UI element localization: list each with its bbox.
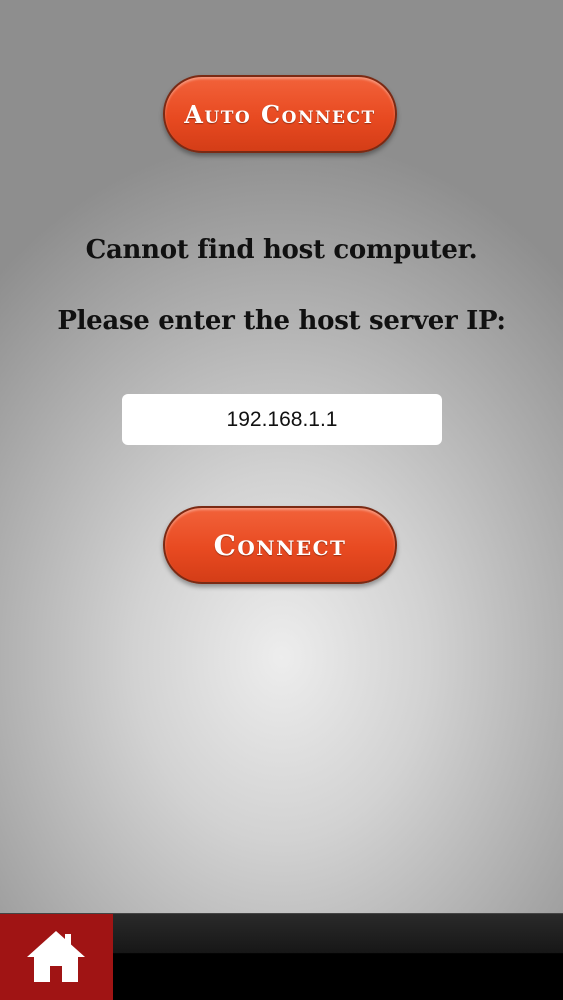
host-ip-input[interactable] — [122, 394, 442, 445]
tab-home[interactable] — [0, 914, 113, 1000]
auto-connect-button[interactable]: Auto Connect — [163, 75, 397, 153]
main-screen: Auto Connect Cannot find host computer. … — [0, 0, 563, 913]
host-not-found-message: Cannot find host computer. — [85, 235, 478, 265]
connect-button[interactable]: Connect — [163, 506, 397, 584]
tab-bar — [0, 913, 563, 1000]
enter-ip-prompt: Please enter the host server IP: — [57, 306, 506, 336]
home-icon — [27, 931, 85, 982]
